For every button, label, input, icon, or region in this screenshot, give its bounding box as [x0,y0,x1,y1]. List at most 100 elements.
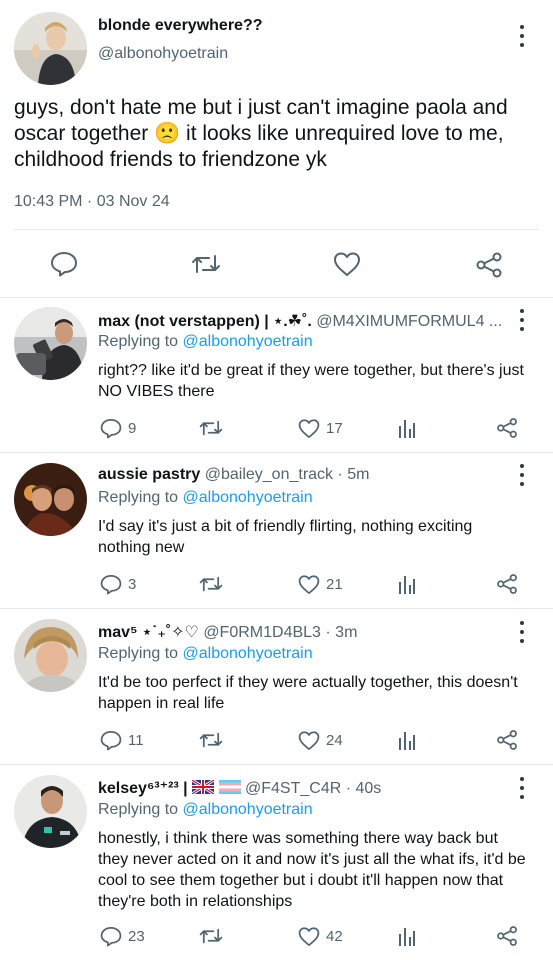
reply-button[interactable]: 23 [100,926,145,947]
handle[interactable]: @M4XIMUMFORMUL4 ... [316,313,502,330]
retweet-button[interactable] [199,419,223,437]
like-button[interactable]: 21 [298,574,343,595]
display-name[interactable]: mav⁵ ⋆˙₊˚✧♡ [98,624,199,641]
reply-count: 9 [128,420,137,437]
reply-icon [100,926,122,947]
more-options-icon[interactable] [519,309,525,331]
like-icon [298,575,320,595]
analytics-button[interactable] [398,418,416,438]
more-options-icon[interactable] [519,777,525,799]
reply-text: right?? like it'd be great if they were … [98,362,524,400]
reply-icon [100,574,122,595]
retweet-icon [199,732,223,748]
reply-button[interactable]: 9 [100,418,136,439]
reply-icon [51,252,77,277]
handle[interactable]: @bailey_on_track [205,466,333,483]
retweet-button[interactable] [191,253,221,275]
display-name[interactable]: max (not verstappen) | ⋆.☘︎˚. [98,313,312,330]
share-icon [476,252,502,278]
replying-to: Replying to @albonohyoetrain [98,801,313,819]
reply-button[interactable]: 3 [100,574,136,595]
divider [0,452,553,453]
post-time: · 3m [325,624,358,641]
share-button[interactable] [496,573,518,595]
retweet-button[interactable] [199,575,223,593]
reply-text: I'd say it's just a bit of friendly flir… [98,518,473,556]
handle[interactable]: @F0RM1D4BL3 [203,624,321,641]
analytics-icon [399,576,415,594]
timestamp-divider [14,229,539,230]
divider [0,608,553,609]
more-options-icon[interactable] [519,25,525,47]
reply-button[interactable] [50,251,78,277]
reply-count: 23 [128,928,145,945]
analytics-icon [399,420,415,438]
avatar-image [14,775,87,848]
tweet-text: guys, don't hate me but i just can't ima… [14,96,508,171]
retweet-icon [199,576,223,592]
reply-count: 3 [128,576,137,593]
mention-link[interactable]: @albonohyoetrain [183,333,313,350]
handle[interactable]: @F4ST_C4R [245,780,341,797]
like-count: 42 [326,928,343,945]
replying-to-prefix: Replying to [98,489,179,506]
reply-icon [100,730,122,751]
analytics-icon [399,928,415,946]
share-icon [497,418,517,438]
display-name[interactable]: blonde everywhere?? [98,17,263,35]
replying-to: Replying to @albonohyoetrain [98,645,313,663]
mention-link[interactable]: @albonohyoetrain [183,801,313,818]
avatar[interactable] [14,775,87,848]
uk-flag-icon [192,780,215,794]
mention-link[interactable]: @albonohyoetrain [183,645,313,662]
avatar-image [14,307,87,380]
like-count: 21 [326,576,343,593]
analytics-button[interactable] [398,730,416,750]
like-icon [298,927,320,947]
analytics-button[interactable] [398,926,416,946]
analytics-button[interactable] [398,574,416,594]
like-count: 24 [326,732,343,749]
reply-count: 11 [128,732,144,749]
more-options-icon[interactable] [519,621,525,643]
mention-link[interactable]: @albonohyoetrain [183,489,313,506]
share-button[interactable] [496,417,518,439]
divider [0,297,553,298]
share-button[interactable] [475,251,503,279]
like-icon [298,731,320,751]
reply-button[interactable]: 11 [100,730,144,751]
avatar[interactable] [14,619,87,692]
reply-header: max (not verstappen) | ⋆.☘︎˚. @M4XIMUMFO… [98,311,502,331]
share-button[interactable] [496,925,518,947]
retweet-icon [199,928,223,944]
trans-flag-icon [218,780,241,794]
tweet-timestamp: 10:43 PM · 03 Nov 24 [14,193,170,210]
retweet-button[interactable] [199,731,223,749]
replying-to-prefix: Replying to [98,801,179,818]
retweet-button[interactable] [199,927,223,945]
handle[interactable]: @albonohyoetrain [98,45,228,63]
reply-header: mav⁵ ⋆˙₊˚✧♡ @F0RM1D4BL3 · 3m [98,622,357,642]
more-options-icon[interactable] [519,464,525,486]
replying-to: Replying to @albonohyoetrain [98,489,313,507]
retweet-icon [199,420,223,436]
like-button[interactable]: 17 [298,418,343,439]
avatar[interactable] [14,12,87,85]
display-name[interactable]: kelsey⁶³⁺²³ | [98,780,188,797]
avatar[interactable] [14,307,87,380]
share-icon [497,926,517,946]
like-button[interactable] [333,251,361,277]
reply-header: kelsey⁶³⁺²³ | @F4ST_C4R · 40s [98,778,381,798]
post-time: · 40s [345,780,382,797]
avatar[interactable] [14,463,87,536]
replying-to-prefix: Replying to [98,645,179,662]
like-button[interactable]: 24 [298,730,343,751]
share-button[interactable] [496,729,518,751]
analytics-icon [399,732,415,750]
reply-header: aussie pastry @bailey_on_track · 5m [98,466,370,484]
retweet-icon [192,255,220,273]
share-icon [497,730,517,750]
like-button[interactable]: 42 [298,926,343,947]
display-name[interactable]: aussie pastry [98,466,200,483]
divider [0,764,553,765]
